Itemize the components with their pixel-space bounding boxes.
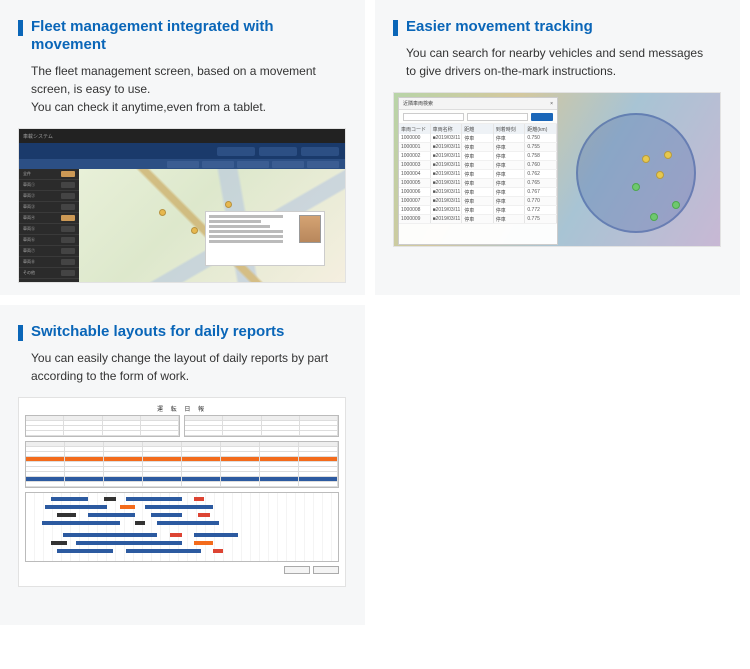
table-row[interactable]: 1000007■2019/03/11停車停車0.770 — [399, 197, 557, 206]
radius-circle-icon — [576, 113, 696, 233]
body: 全件 車両① 車両② 車両③ 車両④ 車両⑤ 車両⑥ 車両⑦ 車両⑧ その他 — [19, 169, 345, 283]
avatar — [299, 215, 321, 243]
card-fleet: Fleet management integrated with movemen… — [0, 0, 365, 295]
toolbar — [19, 143, 345, 159]
sub-button[interactable] — [307, 161, 339, 168]
popup-text — [209, 215, 296, 262]
sub-button[interactable] — [202, 161, 234, 168]
map-marker-icon[interactable] — [664, 151, 672, 159]
card-desc: The fleet management screen, based on a … — [31, 62, 331, 116]
map-pin-icon[interactable] — [159, 209, 166, 216]
sidebar-item[interactable]: 全件 — [19, 169, 79, 180]
screenshot-fleet: 車載システム 全件 車両① 車両② 車両③ 車両④ 車両⑤ 車両⑥ 車両⑦ 車両… — [18, 128, 346, 283]
card-tracking: Easier movement tracking You can search … — [375, 0, 740, 295]
sidebar-item[interactable]: 車両④ — [19, 213, 79, 224]
card-title: Easier movement tracking — [406, 18, 593, 36]
title-row: Fleet management integrated with movemen… — [18, 18, 347, 54]
map-pin-icon[interactable] — [191, 227, 198, 234]
sidebar-item[interactable]: 車両① — [19, 180, 79, 191]
sub-button[interactable] — [237, 161, 269, 168]
table — [25, 415, 180, 437]
table-body: 1000000■2019/03/11停車停車0.750 1000001■2019… — [399, 134, 557, 224]
table — [184, 415, 339, 437]
map-pin-icon[interactable] — [225, 201, 232, 208]
sidebar-item[interactable]: 車両⑥ — [19, 235, 79, 246]
table-row[interactable]: 1000001■2019/03/11停車停車0.755 — [399, 143, 557, 152]
close-icon[interactable]: × — [550, 101, 553, 107]
report-title: 運 転 日 報 — [25, 404, 339, 413]
sidebar-item[interactable]: 車両⑧ — [19, 257, 79, 268]
title-row: Switchable layouts for daily reports — [18, 323, 347, 341]
table-row[interactable]: 1000000■2019/03/11停車停車0.750 — [399, 134, 557, 143]
sidebar-item[interactable]: その他 — [19, 268, 79, 279]
gantt-chart — [25, 492, 339, 562]
toolbar-button[interactable] — [259, 147, 297, 156]
footer-buttons — [25, 566, 339, 574]
card-desc: You can easily change the layout of dail… — [31, 349, 331, 385]
sidebar: 全件 車両① 車両② 車両③ 車両④ 車両⑤ 車両⑥ 車両⑦ 車両⑧ その他 — [19, 169, 79, 283]
screenshot-tracking: 近隣車両検索× 車両コード車両名称距離到着時刻距離(km) 1000000■20… — [393, 92, 721, 247]
map-marker-icon[interactable] — [672, 201, 680, 209]
table-header: 車両コード車両名称距離到着時刻距離(km) — [399, 124, 557, 134]
title-row: Easier movement tracking — [393, 18, 722, 36]
sub-button[interactable] — [167, 161, 199, 168]
sidebar-item[interactable]: 車両⑤ — [19, 224, 79, 235]
accent-bar-icon — [18, 325, 23, 341]
screenshot-reports: 運 転 日 報 — [18, 397, 346, 587]
table-row[interactable]: 1000002■2019/03/11停車停車0.758 — [399, 152, 557, 161]
search-button[interactable] — [531, 113, 553, 121]
table-row[interactable]: 1000004■2019/03/11停車停車0.762 — [399, 170, 557, 179]
map-marker-icon[interactable] — [642, 155, 650, 163]
accent-bar-icon — [393, 20, 398, 36]
map[interactable] — [79, 169, 345, 283]
card-grid: Fleet management integrated with movemen… — [0, 0, 750, 625]
panel-filter — [399, 110, 557, 124]
filter-input[interactable] — [403, 113, 464, 121]
map-marker-icon[interactable] — [650, 213, 658, 221]
table-mid — [25, 441, 339, 488]
sidebar-item[interactable]: 車両③ — [19, 202, 79, 213]
card-reports: Switchable layouts for daily reports You… — [0, 305, 365, 625]
card-title: Switchable layouts for daily reports — [31, 323, 284, 341]
app-titlebar: 車載システム — [19, 129, 345, 143]
sidebar-item[interactable]: 車両② — [19, 191, 79, 202]
table-row[interactable]: 1000006■2019/03/11停車停車0.767 — [399, 188, 557, 197]
footer-button[interactable] — [284, 566, 310, 574]
sub-button[interactable] — [272, 161, 304, 168]
search-panel: 近隣車両検索× 車両コード車両名称距離到着時刻距離(km) 1000000■20… — [398, 97, 558, 245]
table-row[interactable]: 1000003■2019/03/11停車停車0.760 — [399, 161, 557, 170]
vehicle-popup — [205, 211, 325, 266]
table-row[interactable]: 1000005■2019/03/11停車停車0.765 — [399, 179, 557, 188]
subtoolbar — [19, 159, 345, 169]
table-row[interactable]: 1000008■2019/03/11停車停車0.772 — [399, 206, 557, 215]
map-marker-icon[interactable] — [656, 171, 664, 179]
toolbar-button[interactable] — [217, 147, 255, 156]
top-tables — [25, 415, 339, 437]
filter-input[interactable] — [467, 113, 528, 121]
card-title: Fleet management integrated with movemen… — [31, 18, 347, 54]
sidebar-item[interactable]: 車両⑦ — [19, 246, 79, 257]
panel-header: 近隣車両検索× — [399, 98, 557, 110]
toolbar-button[interactable] — [301, 147, 339, 156]
table-row[interactable]: 1000009■2019/03/11停車停車0.775 — [399, 215, 557, 224]
card-desc: You can search for nearby vehicles and s… — [406, 44, 706, 80]
footer-button[interactable] — [313, 566, 339, 574]
accent-bar-icon — [18, 20, 23, 36]
map-marker-icon[interactable] — [632, 183, 640, 191]
